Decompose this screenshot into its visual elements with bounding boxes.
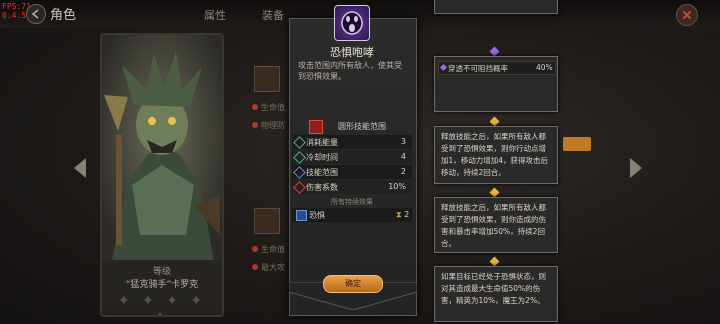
back-arrow-icon <box>31 9 39 19</box>
tooltip-talent-3: 如果目标已经处于恐惧状态，则对其造成最大生命值50%的伤害，精英为10%，魔王为… <box>434 266 558 322</box>
page-title: 角色 <box>50 8 77 23</box>
hero-level-label: 等级 <box>152 267 171 277</box>
bg-stat-label: 生命值 <box>252 244 285 255</box>
tab-equipment[interactable]: 装备 <box>262 7 284 23</box>
hero-card[interactable]: 等级 “猛克骑手”卡罗克 ✦ ✦ ✦ ✦ ✦ <box>100 33 224 317</box>
energy-icon <box>293 136 306 149</box>
skill-description: 攻击范围内所有敌人，使其受到恐惧效果。 <box>298 61 402 81</box>
stat-label: 技能范围 <box>306 168 338 177</box>
stat-value: 4 <box>400 152 406 161</box>
hero-portrait <box>102 35 222 260</box>
stat-value: 10% <box>388 182 406 191</box>
scream-face-icon <box>334 5 370 41</box>
damage-icon <box>293 181 306 194</box>
tab-attributes[interactable]: 属性 <box>204 7 226 23</box>
skill-slot-1[interactable] <box>254 66 280 92</box>
bg-stat-label: 生命值 <box>252 102 285 113</box>
hourglass-icon: ⧗ <box>396 210 402 219</box>
effect-name: 恐惧 <box>309 211 325 220</box>
close-button[interactable] <box>676 4 698 26</box>
stat-label: 冷却时间 <box>306 153 338 162</box>
stat-row-energy: 消耗能量 3 <box>292 135 412 149</box>
skill-range-type: 圆形技能范围 <box>338 122 386 131</box>
tooltip-top <box>434 0 558 14</box>
circle-range-icon <box>309 120 323 134</box>
stat-label: 消耗能量 <box>306 138 338 147</box>
skill-name: 恐惧咆哮 <box>330 46 374 59</box>
back-button[interactable] <box>26 4 46 24</box>
skill-slot-2[interactable] <box>254 208 280 234</box>
tooltip-talent-1: 释放技能之后，如果所有敌人都受到了恐惧效果，则你行动点增加1，移动力增加4，获得… <box>434 126 558 184</box>
upgrade-button[interactable] <box>563 137 591 151</box>
previous-hero-arrow-icon[interactable] <box>74 158 86 178</box>
fear-effect-icon <box>296 210 307 221</box>
bg-stat-label: 物理防 <box>252 120 285 131</box>
stat-value: 2 <box>400 167 406 176</box>
stat-row-damage: 伤害系数 10% <box>292 180 412 194</box>
stat-label: 伤害系数 <box>306 183 338 192</box>
hero-name: “猛克骑手”卡罗克 <box>125 280 199 290</box>
tooltip-stat-value: 40% <box>536 63 553 72</box>
tooltip-stat-label: 穿透不可阻挡概率 <box>448 64 508 73</box>
tooltip-talent-2: 释放技能之后，如果所有敌人都受到了恐惧效果，则你造成的伤害和暴击率增加50%，持… <box>434 197 558 253</box>
cooldown-icon <box>293 151 306 164</box>
confirm-button[interactable]: 确定 <box>323 275 383 293</box>
hero-star-rating: ✦ ✦ ✦ ✦ ✦ <box>117 293 207 317</box>
effects-header: 所有持续效果 <box>331 198 373 206</box>
next-hero-arrow-icon[interactable] <box>630 158 642 178</box>
stat-row-range: 技能范围 2 <box>292 165 412 179</box>
range-icon <box>293 166 306 179</box>
stat-value: 3 <box>400 137 406 146</box>
bg-stat-label: 最大攻 <box>252 262 285 273</box>
stat-row-cooldown: 冷却时间 4 <box>292 150 412 164</box>
effect-duration: ⧗ 2 <box>396 210 410 219</box>
